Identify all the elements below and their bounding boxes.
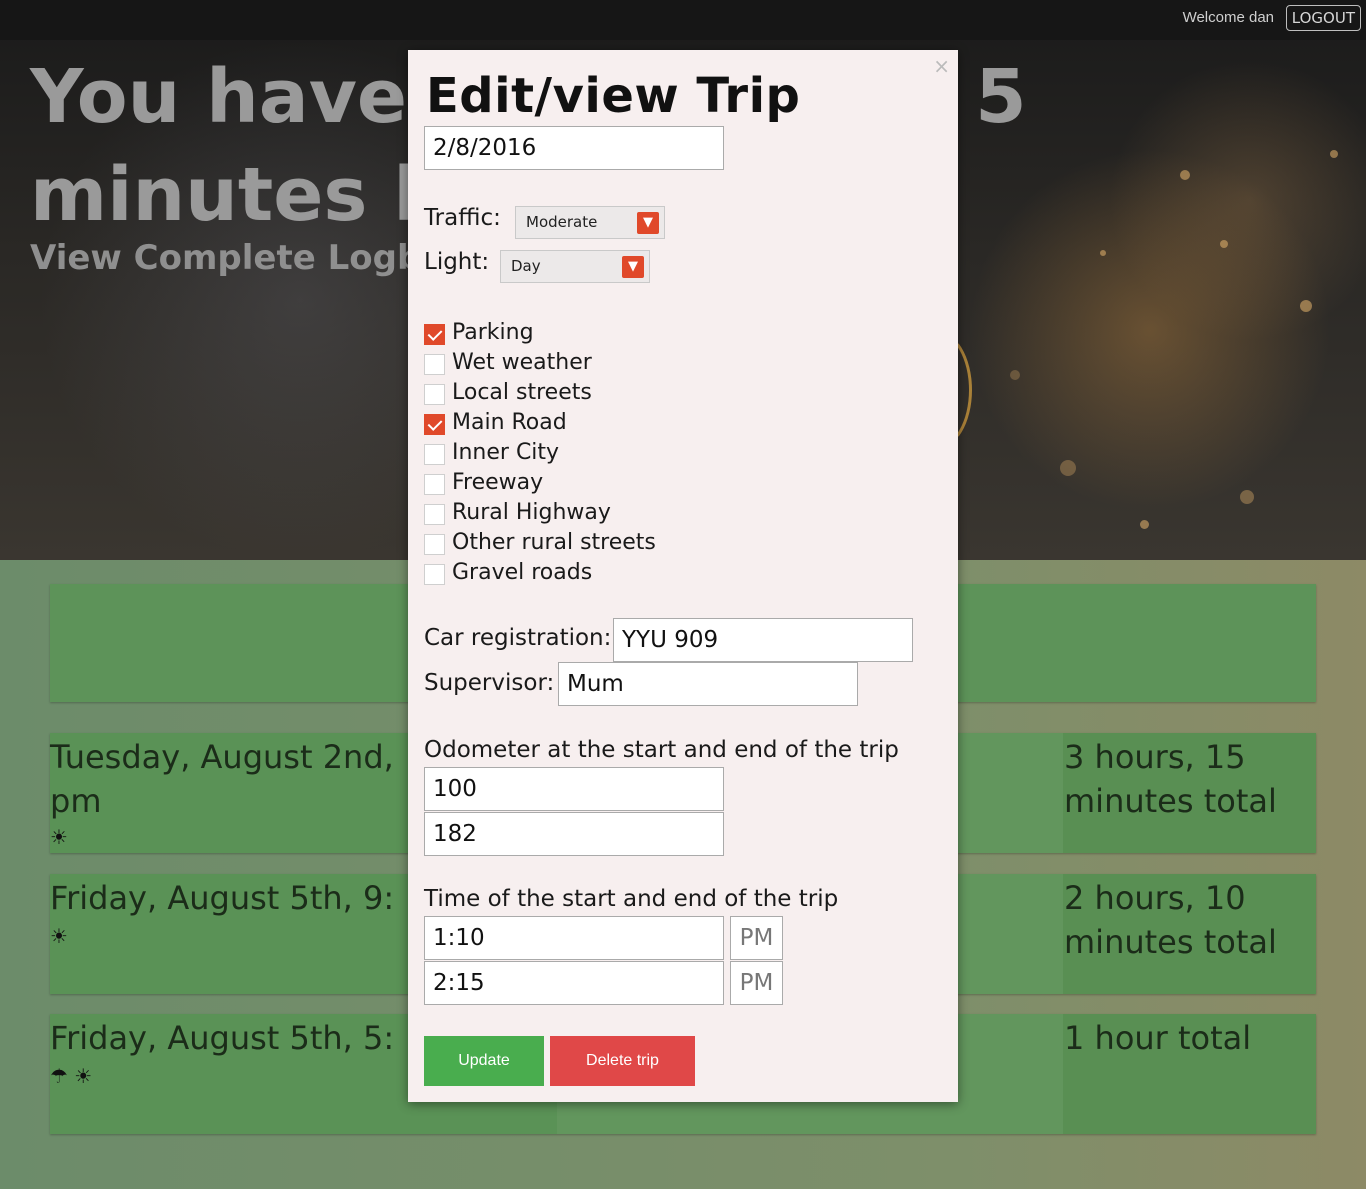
trip-total: 1 hour total (1064, 1019, 1252, 1057)
odometer-end-input[interactable] (424, 812, 724, 856)
logout-button[interactable]: LOGOUT (1285, 5, 1361, 31)
view-logbook-link[interactable]: View Complete Logb (30, 238, 421, 278)
checkbox-checked-icon[interactable] (424, 414, 445, 435)
checkbox-empty-icon[interactable] (424, 384, 445, 405)
supervisor-label: Supervisor: (424, 670, 555, 696)
trip-total: 2 hours, 10 minutes total (1064, 879, 1277, 961)
sun-icon: ☀ (50, 924, 68, 948)
traffic-label: Traffic: (424, 205, 501, 231)
close-icon[interactable]: × (933, 54, 950, 78)
checkbox-empty-icon[interactable] (424, 534, 445, 555)
time-start-input[interactable] (424, 916, 724, 960)
trip-total: 3 hours, 15 minutes total (1064, 738, 1277, 820)
checkbox-empty-icon[interactable] (424, 354, 445, 375)
light-label: Light: (424, 249, 490, 275)
car-registration-label: Car registration: (424, 625, 612, 651)
car-registration-input[interactable] (613, 618, 913, 662)
checkbox-empty-icon[interactable] (424, 504, 445, 525)
modal-title: Edit/view Trip (426, 68, 801, 124)
checkbox-empty-icon[interactable] (424, 564, 445, 585)
checkbox-empty-icon[interactable] (424, 474, 445, 495)
trip-date-input[interactable] (424, 126, 724, 170)
supervisor-input[interactable] (558, 662, 858, 706)
top-navbar: Welcome dan LOGOUT (0, 0, 1366, 40)
start-ampm-field[interactable]: PM (730, 916, 783, 960)
sun-icon: ☀ (50, 825, 68, 849)
checkbox-checked-icon[interactable] (424, 324, 445, 345)
odometer-start-input[interactable] (424, 767, 724, 811)
welcome-text: Welcome dan (1182, 9, 1274, 26)
traffic-select[interactable]: Moderate ▼ (515, 206, 665, 239)
rain-sun-icons: ☂ ☀ (50, 1064, 93, 1088)
time-end-input[interactable] (424, 961, 724, 1005)
delete-trip-button[interactable]: Delete trip (550, 1036, 695, 1086)
checkbox-empty-icon[interactable] (424, 444, 445, 465)
chevron-down-icon: ▼ (637, 212, 659, 234)
edit-trip-modal: × Edit/view Trip Traffic: Moderate ▼ Lig… (408, 50, 958, 1102)
time-label: Time of the start and end of the trip (424, 886, 839, 912)
end-ampm-field[interactable]: PM (730, 961, 783, 1005)
update-button[interactable]: Update (424, 1036, 544, 1086)
light-select[interactable]: Day ▼ (500, 250, 650, 283)
chevron-down-icon: ▼ (622, 256, 644, 278)
odometer-label: Odometer at the start and end of the tri… (424, 737, 899, 763)
